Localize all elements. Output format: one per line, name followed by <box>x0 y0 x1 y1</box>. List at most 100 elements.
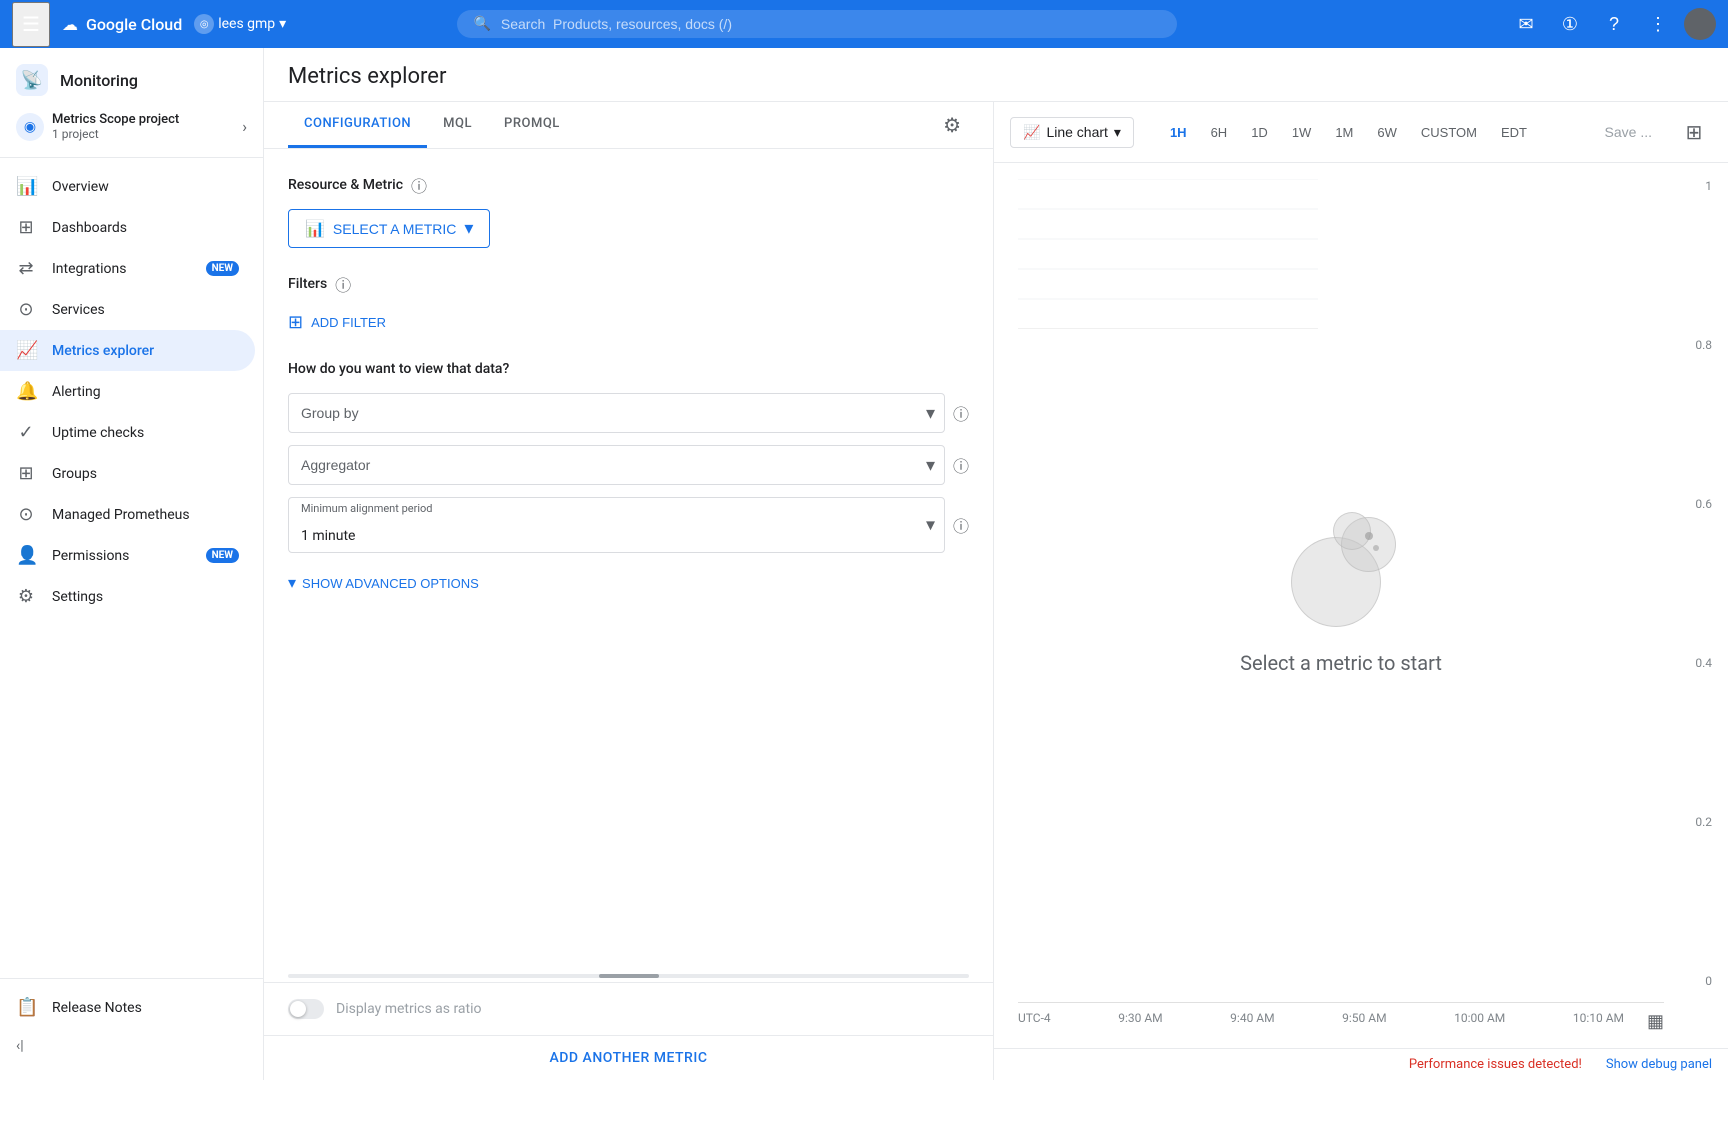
sidebar-item-metrics-explorer[interactable]: 📈 Metrics explorer <box>0 330 255 371</box>
time-btn-1m[interactable]: 1M <box>1323 119 1365 146</box>
integrations-label: Integrations <box>52 261 190 277</box>
group-by-select[interactable]: Group by <box>288 393 945 433</box>
menu-icon[interactable]: ☰ <box>12 2 50 47</box>
aggregator-help-icon[interactable]: ⓘ <box>953 453 969 477</box>
show-debug-panel-link[interactable]: Show debug panel <box>1606 1057 1712 1072</box>
y-label-04: 0.4 <box>1695 656 1712 670</box>
tab-mql[interactable]: MQL <box>427 102 488 148</box>
google-cloud-logo[interactable]: ☁ Google Cloud <box>62 15 182 34</box>
notification-icon: ① <box>1562 14 1578 35</box>
sidebar-item-groups[interactable]: ⊞ Groups <box>0 453 255 494</box>
sidebar-item-managed-prometheus[interactable]: ⊙ Managed Prometheus <box>0 494 255 535</box>
alignment-period-row: Minimum alignment period 1 minute ▾ ⓘ <box>288 497 969 553</box>
aggregator-wrapper: Aggregator ▾ <box>288 445 945 485</box>
sidebar-item-services[interactable]: ⊙ Services <box>0 289 255 330</box>
aggregator-select[interactable]: Aggregator <box>288 445 945 485</box>
time-btn-custom[interactable]: CUSTOM <box>1409 119 1489 146</box>
display-as-ratio-label: Display metrics as ratio <box>336 1001 482 1017</box>
filters-label: Filters <box>288 276 327 292</box>
chart-decorative-circles <box>1281 507 1401 627</box>
time-btn-1h[interactable]: 1H <box>1158 119 1199 146</box>
sidebar-app-title-label: Monitoring <box>60 71 138 90</box>
time-range-buttons: 1H 6H 1D 1W 1M 6W CUSTOM EDT <box>1158 119 1539 146</box>
main-content: Metrics explorer CONFIGURATION MQL PROMQ… <box>264 48 1728 1080</box>
resource-metric-help-icon[interactable]: ⓘ <box>411 173 427 197</box>
permissions-label: Permissions <box>52 548 190 564</box>
dashboards-icon: ⊞ <box>16 217 36 238</box>
metrics-scope-item[interactable]: ◉ Metrics Scope project 1 project › <box>0 104 263 158</box>
scrollbar-thumb <box>599 974 659 978</box>
time-btn-6w[interactable]: 6W <box>1365 119 1409 146</box>
search-icon: 🔍 <box>473 16 490 32</box>
chart-area: Select a metric to start <box>1018 179 1664 1003</box>
managed-prometheus-icon: ⊙ <box>16 504 36 525</box>
save-button[interactable]: Save ... <box>1589 118 1668 146</box>
content-area: CONFIGURATION MQL PROMQL ⚙ Resource & Me… <box>264 102 1728 1080</box>
y-label-08: 0.8 <box>1695 338 1712 352</box>
cloud-icon: ☁ <box>62 15 78 34</box>
notification-btn[interactable]: ① <box>1552 6 1588 42</box>
sidebar-item-settings[interactable]: ⚙ Settings <box>0 576 255 617</box>
sidebar-item-permissions[interactable]: 👤 Permissions NEW <box>0 535 255 576</box>
select-metric-button[interactable]: 📊 SELECT A METRIC ▾ <box>288 209 490 248</box>
settings-icon: ⚙ <box>16 586 36 607</box>
chart-type-label: Line chart <box>1046 124 1107 140</box>
time-btn-edt[interactable]: EDT <box>1489 119 1539 146</box>
select-metric-label: SELECT A METRIC <box>333 221 456 237</box>
chart-footer: UTC-4 9:30 AM 9:40 AM 9:50 AM 10:00 AM 1… <box>1018 1011 1664 1032</box>
scope-text: Metrics Scope project 1 project <box>52 112 234 141</box>
sidebar-item-alerting[interactable]: 🔔 Alerting <box>0 371 255 412</box>
tab-promql[interactable]: PROMQL <box>488 102 576 148</box>
display-ratio-toggle[interactable] <box>288 999 324 1019</box>
metrics-explorer-label: Metrics explorer <box>52 343 239 359</box>
overview-icon: 📊 <box>16 176 36 197</box>
chart-toolbar: 📈 Line chart ▾ 1H 6H 1D 1W 1M 6W CUSTOM … <box>994 102 1728 163</box>
chart-more-options-icon[interactable]: ⊞ <box>1676 114 1712 150</box>
chart-legend-icon[interactable]: ▦ <box>1647 1011 1664 1032</box>
sidebar-item-overview[interactable]: 📊 Overview <box>0 166 255 207</box>
chart-empty-state: Select a metric to start <box>1018 179 1664 1002</box>
add-another-metric-button[interactable]: ADD ANOTHER METRIC <box>264 1035 993 1080</box>
avatar[interactable] <box>1684 8 1716 40</box>
scope-sub: 1 project <box>52 127 234 141</box>
group-by-help-icon[interactable]: ⓘ <box>953 401 969 425</box>
sidebar-item-release-notes[interactable]: 📋 Release Notes <box>0 987 255 1028</box>
search-bar[interactable]: 🔍 <box>457 10 1177 38</box>
email-icon[interactable]: ✉ <box>1508 6 1544 42</box>
sidebar-item-integrations[interactable]: ⇄ Integrations NEW <box>0 248 255 289</box>
metrics-explorer-icon: 📈 <box>16 340 36 361</box>
help-icon[interactable]: ? <box>1596 6 1632 42</box>
add-another-metric-label: ADD ANOTHER METRIC <box>550 1050 708 1066</box>
tab-configuration[interactable]: CONFIGURATION <box>288 102 427 148</box>
uptime-checks-icon: ✓ <box>16 422 36 443</box>
sidebar-item-dashboards[interactable]: ⊞ Dashboards <box>0 207 255 248</box>
sidebar-nav: 📊 Overview ⊞ Dashboards ⇄ Integrations N… <box>0 158 263 625</box>
search-input[interactable] <box>501 16 1162 32</box>
time-btn-1d[interactable]: 1D <box>1239 119 1280 146</box>
resource-metric-label: Resource & Metric <box>288 177 403 193</box>
monitoring-icon: 📡 <box>16 64 48 96</box>
groups-label: Groups <box>52 466 239 482</box>
show-advanced-button[interactable]: ▾ SHOW ADVANCED OPTIONS <box>288 565 479 601</box>
scrollbar[interactable] <box>288 974 969 978</box>
chart-type-selector[interactable]: 📈 Line chart ▾ <box>1010 117 1134 148</box>
filters-help-icon[interactable]: ⓘ <box>335 272 351 296</box>
topbar-actions: ✉ ① ? ⋮ <box>1508 6 1716 42</box>
more-options-icon[interactable]: ⋮ <box>1640 6 1676 42</box>
alignment-period-field[interactable]: Minimum alignment period 1 minute <box>288 497 945 553</box>
overview-label: Overview <box>52 179 239 195</box>
time-btn-6h[interactable]: 6H <box>1199 119 1240 146</box>
chart-panel: 📈 Line chart ▾ 1H 6H 1D 1W 1M 6W CUSTOM … <box>994 102 1728 1080</box>
sidebar-collapse-btn[interactable]: ‹| <box>0 1028 263 1064</box>
time-btn-1w[interactable]: 1W <box>1280 119 1324 146</box>
add-filter-button[interactable]: ⊞ ADD FILTER <box>288 308 386 337</box>
alerting-label: Alerting <box>52 384 239 400</box>
sidebar-item-uptime-checks[interactable]: ✓ Uptime checks <box>0 412 255 453</box>
alignment-period-help-icon[interactable]: ⓘ <box>953 513 969 537</box>
group-by-row: Group by ▾ ⓘ <box>288 393 969 433</box>
config-gear-icon[interactable]: ⚙ <box>935 105 969 145</box>
add-filter-icon: ⊞ <box>288 312 303 333</box>
scope-icon: ◉ <box>16 113 44 141</box>
project-selector[interactable]: ◎ lees gmp ▾ <box>194 14 286 34</box>
page-title: Metrics explorer <box>288 64 1704 89</box>
